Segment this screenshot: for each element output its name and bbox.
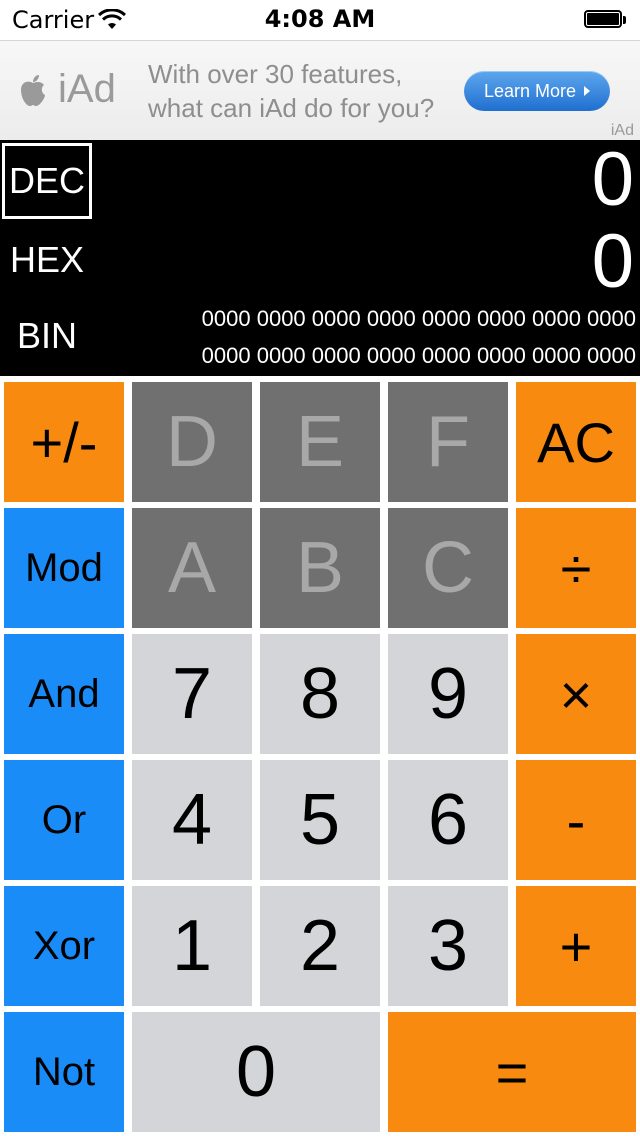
sign-toggle-button[interactable]: +/- [4, 382, 124, 502]
digit-5-button[interactable]: 5 [260, 760, 380, 880]
dec-mode-button[interactable]: DEC [2, 143, 92, 219]
not-button[interactable]: Not [4, 1012, 124, 1132]
chevron-right-icon [584, 86, 591, 96]
keypad: +/- D E F AC Mod A B C ÷ And 7 8 9 × Or … [0, 376, 640, 1136]
digit-6-button[interactable]: 6 [388, 760, 508, 880]
digit-4-button[interactable]: 4 [132, 760, 252, 880]
bin-value-row-2: 0000 0000 0000 0000 0000 0000 0000 0000 [201, 343, 636, 368]
ad-message: With over 30 features, what can iAd do f… [148, 57, 448, 125]
or-button[interactable]: Or [4, 760, 124, 880]
hex-value: 0 [591, 219, 634, 304]
clock: 4:08 AM [264, 5, 376, 33]
digit-1-button[interactable]: 1 [132, 886, 252, 1006]
dec-value: 0 [591, 137, 634, 222]
hex-b-button[interactable]: B [260, 508, 380, 628]
calculator-display: DEC HEX BIN 0 0 0000 0000 0000 0000 0000… [0, 140, 640, 376]
digit-2-button[interactable]: 2 [260, 886, 380, 1006]
digit-8-button[interactable]: 8 [260, 634, 380, 754]
digit-3-button[interactable]: 3 [388, 886, 508, 1006]
apple-logo-icon [21, 75, 45, 106]
digit-7-button[interactable]: 7 [132, 634, 252, 754]
battery-icon [584, 10, 626, 30]
hex-a-button[interactable]: A [132, 508, 252, 628]
ad-message-line2: what can iAd do for you? [148, 93, 435, 123]
divide-button[interactable]: ÷ [516, 508, 636, 628]
iad-logo: iAd [58, 67, 116, 111]
multiply-button[interactable]: × [516, 634, 636, 754]
bin-mode-button[interactable]: BIN [2, 298, 92, 374]
hex-e-button[interactable]: E [260, 382, 380, 502]
xor-button[interactable]: Xor [4, 886, 124, 1006]
hex-mode-button[interactable]: HEX [2, 222, 92, 298]
ad-message-line1: With over 30 features, [148, 59, 403, 89]
digit-0-button[interactable]: 0 [132, 1012, 380, 1132]
minus-button[interactable]: - [516, 760, 636, 880]
learn-more-label: Learn More [483, 80, 577, 101]
all-clear-button[interactable]: AC [516, 382, 636, 502]
plus-button[interactable]: + [516, 886, 636, 1006]
mod-button[interactable]: Mod [4, 508, 124, 628]
bin-value-row-1: 0000 0000 0000 0000 0000 0000 0000 0000 [201, 306, 636, 331]
hex-f-button[interactable]: F [388, 382, 508, 502]
status-bar: Carrier 4:08 AM [0, 0, 640, 40]
hex-c-button[interactable]: C [388, 508, 508, 628]
and-button[interactable]: And [4, 634, 124, 754]
equals-button[interactable]: = [388, 1012, 636, 1132]
iad-banner[interactable]: iAd With over 30 features, what can iAd … [0, 40, 640, 140]
learn-more-button[interactable]: Learn More [464, 71, 610, 111]
digit-9-button[interactable]: 9 [388, 634, 508, 754]
hex-d-button[interactable]: D [132, 382, 252, 502]
